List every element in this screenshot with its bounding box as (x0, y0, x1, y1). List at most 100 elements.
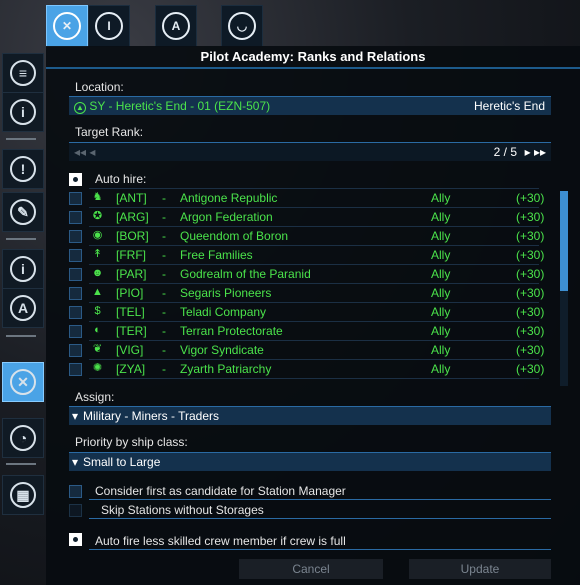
faction-relation: Ally (431, 191, 451, 205)
priority-dropdown[interactable]: ▾ Small to Large (69, 452, 551, 471)
sidebar-info-circle-button[interactable]: i (2, 249, 44, 289)
edit-alert-icon: ✎ (10, 199, 36, 225)
faction-checkbox[interactable] (69, 325, 82, 338)
skip-stations-checkbox[interactable] (69, 504, 82, 517)
info-icon: i (10, 256, 36, 282)
rank-a-emblem-icon: A (162, 12, 190, 40)
faction-row[interactable]: $ [TEL] - Teladi Company Ally (+30) (69, 303, 544, 322)
tab-pilots[interactable]: I (88, 5, 130, 47)
faction-checkbox[interactable] (69, 344, 82, 357)
sidebar-divider (6, 238, 36, 240)
faction-name: Segaris Pioneers (180, 286, 272, 300)
faction-checkbox[interactable] (69, 230, 82, 243)
faction-scrollbar-thumb[interactable] (560, 191, 568, 291)
sidebar-menu-button[interactable]: ≡ (2, 53, 44, 93)
faction-row[interactable]: ✪ [ARG] - Argon Federation Ally (+30) (69, 208, 544, 227)
faction-relation-value: (+30) (516, 210, 545, 224)
faction-name: Vigor Syndicate (180, 343, 264, 357)
sidebar-gauge-button[interactable]: ◔ (2, 418, 44, 458)
faction-checkbox[interactable] (69, 249, 82, 262)
faction-row[interactable]: ☻ [PAR] - Godrealm of the Paranid Ally (+30) (69, 265, 544, 284)
location-row[interactable]: ▲ SY - Heretic's End - 01 (EZN-507) Here… (69, 96, 551, 115)
faction-relation-value: (+30) (516, 324, 545, 338)
skip-stations-label: Skip Stations without Storages (101, 503, 264, 517)
faction-row[interactable]: ◐ [TER] - Terran Protectorate Ally (+30) (69, 322, 544, 341)
pioneers-icon: ▲ (92, 286, 103, 298)
page-title: Pilot Academy: Ranks and Relations (200, 49, 426, 64)
sidebar-academy-button[interactable]: ✕ (2, 362, 44, 402)
faction-name: Zyarth Patriarchy (180, 362, 272, 376)
sidebar-cube-button[interactable]: ▦ (2, 475, 44, 515)
assign-label: Assign: (75, 390, 115, 404)
station-manager-checkbox[interactable] (69, 485, 82, 498)
free-families-icon: ↟ (92, 248, 103, 260)
faction-relation-value: (+30) (516, 191, 545, 205)
person-info-icon: i (10, 99, 36, 125)
faction-name: Queendom of Boron (180, 229, 289, 243)
faction-row[interactable]: ❦ [VIG] - Vigor Syndicate Ally (+30) (69, 341, 544, 360)
zyarth-icon: ✺ (92, 362, 103, 374)
update-button[interactable]: Update (409, 559, 551, 579)
next-rank-icon[interactable]: ▸ ▸▸ (525, 145, 546, 159)
assign-dropdown[interactable]: ▾ Military - Miners - Traders (69, 406, 551, 425)
option-divider (89, 499, 551, 500)
boron-icon: ◉ (92, 229, 103, 241)
faction-checkbox[interactable] (69, 211, 82, 224)
tab-academy[interactable]: ✕ (46, 5, 88, 47)
terran-icon: ◐ (94, 324, 101, 336)
dropdown-arrow-icon: ▾ (72, 455, 79, 469)
auto-fire-checkbox[interactable] (69, 533, 82, 546)
faction-relation-value: (+30) (516, 305, 545, 319)
faction-name: Terran Protectorate (180, 324, 283, 338)
auto-fire-label: Auto fire less skilled crew member if cr… (95, 534, 346, 548)
faction-row[interactable]: ▲ [PIO] - Segaris Pioneers Ally (+30) (69, 284, 544, 303)
sidebar-edit-button[interactable]: ✎ (2, 192, 44, 232)
paranid-icon: ☻ (91, 267, 104, 279)
faction-checkbox[interactable] (69, 306, 82, 319)
prev-rank-icon[interactable]: ◂◂ ◂ (74, 145, 95, 159)
faction-code: [PIO] (116, 286, 144, 300)
faction-row[interactable]: ◉ [BOR] - Queendom of Boron Ally (+30) (69, 227, 544, 246)
sidebar-compass-button[interactable]: A (2, 288, 44, 328)
auto-hire-checkbox[interactable] (69, 173, 82, 186)
faction-name: Godrealm of the Paranid (180, 267, 311, 281)
academy-icon: ✕ (10, 369, 36, 395)
faction-name: Free Families (180, 248, 253, 262)
faction-row[interactable]: ↟ [FRF] - Free Families Ally (+30) (69, 246, 544, 265)
faction-checkbox[interactable] (69, 287, 82, 300)
tab-relations[interactable]: ◡ (221, 5, 263, 47)
station-manager-label: Consider first as candidate for Station … (95, 484, 346, 498)
tab-rank-a[interactable]: A (155, 5, 197, 47)
sidebar-info-button[interactable]: i (2, 92, 44, 132)
sidebar-alert-button[interactable]: ! (2, 149, 44, 189)
argon-icon: ✪ (92, 210, 103, 222)
faction-relation: Ally (431, 229, 451, 243)
faction-checkbox[interactable] (69, 363, 82, 376)
faction-checkbox[interactable] (69, 192, 82, 205)
faction-relation: Ally (431, 362, 451, 376)
dropdown-arrow-icon: ▾ (72, 409, 79, 423)
faction-code: [PAR] (116, 267, 147, 281)
faction-relation: Ally (431, 210, 451, 224)
faction-code: [VIG] (116, 343, 144, 357)
faction-dash: - (162, 324, 166, 338)
faction-relation-value: (+30) (516, 343, 545, 357)
assign-value: Military - Miners - Traders (83, 409, 220, 423)
location-name: SY - Heretic's End - 01 (EZN-507) (89, 99, 271, 113)
faction-relation-value: (+30) (516, 362, 545, 376)
faction-code: [BOR] (116, 229, 149, 243)
faction-dash: - (162, 210, 166, 224)
faction-relation: Ally (431, 267, 451, 281)
faction-checkbox[interactable] (69, 268, 82, 281)
faction-relation-value: (+30) (516, 229, 545, 243)
faction-relation: Ally (431, 286, 451, 300)
station-icon: ▲ (74, 102, 86, 114)
cancel-button[interactable]: Cancel (239, 559, 383, 579)
faction-row[interactable]: ♞ [ANT] - Antigone Republic Ally (+30) (69, 189, 544, 208)
faction-row[interactable]: ✺ [ZYA] - Zyarth Patriarchy Ally (+30) (69, 360, 544, 379)
faction-relation: Ally (431, 343, 451, 357)
faction-relation-value: (+30) (516, 267, 545, 281)
option-divider (89, 549, 551, 550)
faction-relation: Ally (431, 305, 451, 319)
faction-dash: - (162, 305, 166, 319)
